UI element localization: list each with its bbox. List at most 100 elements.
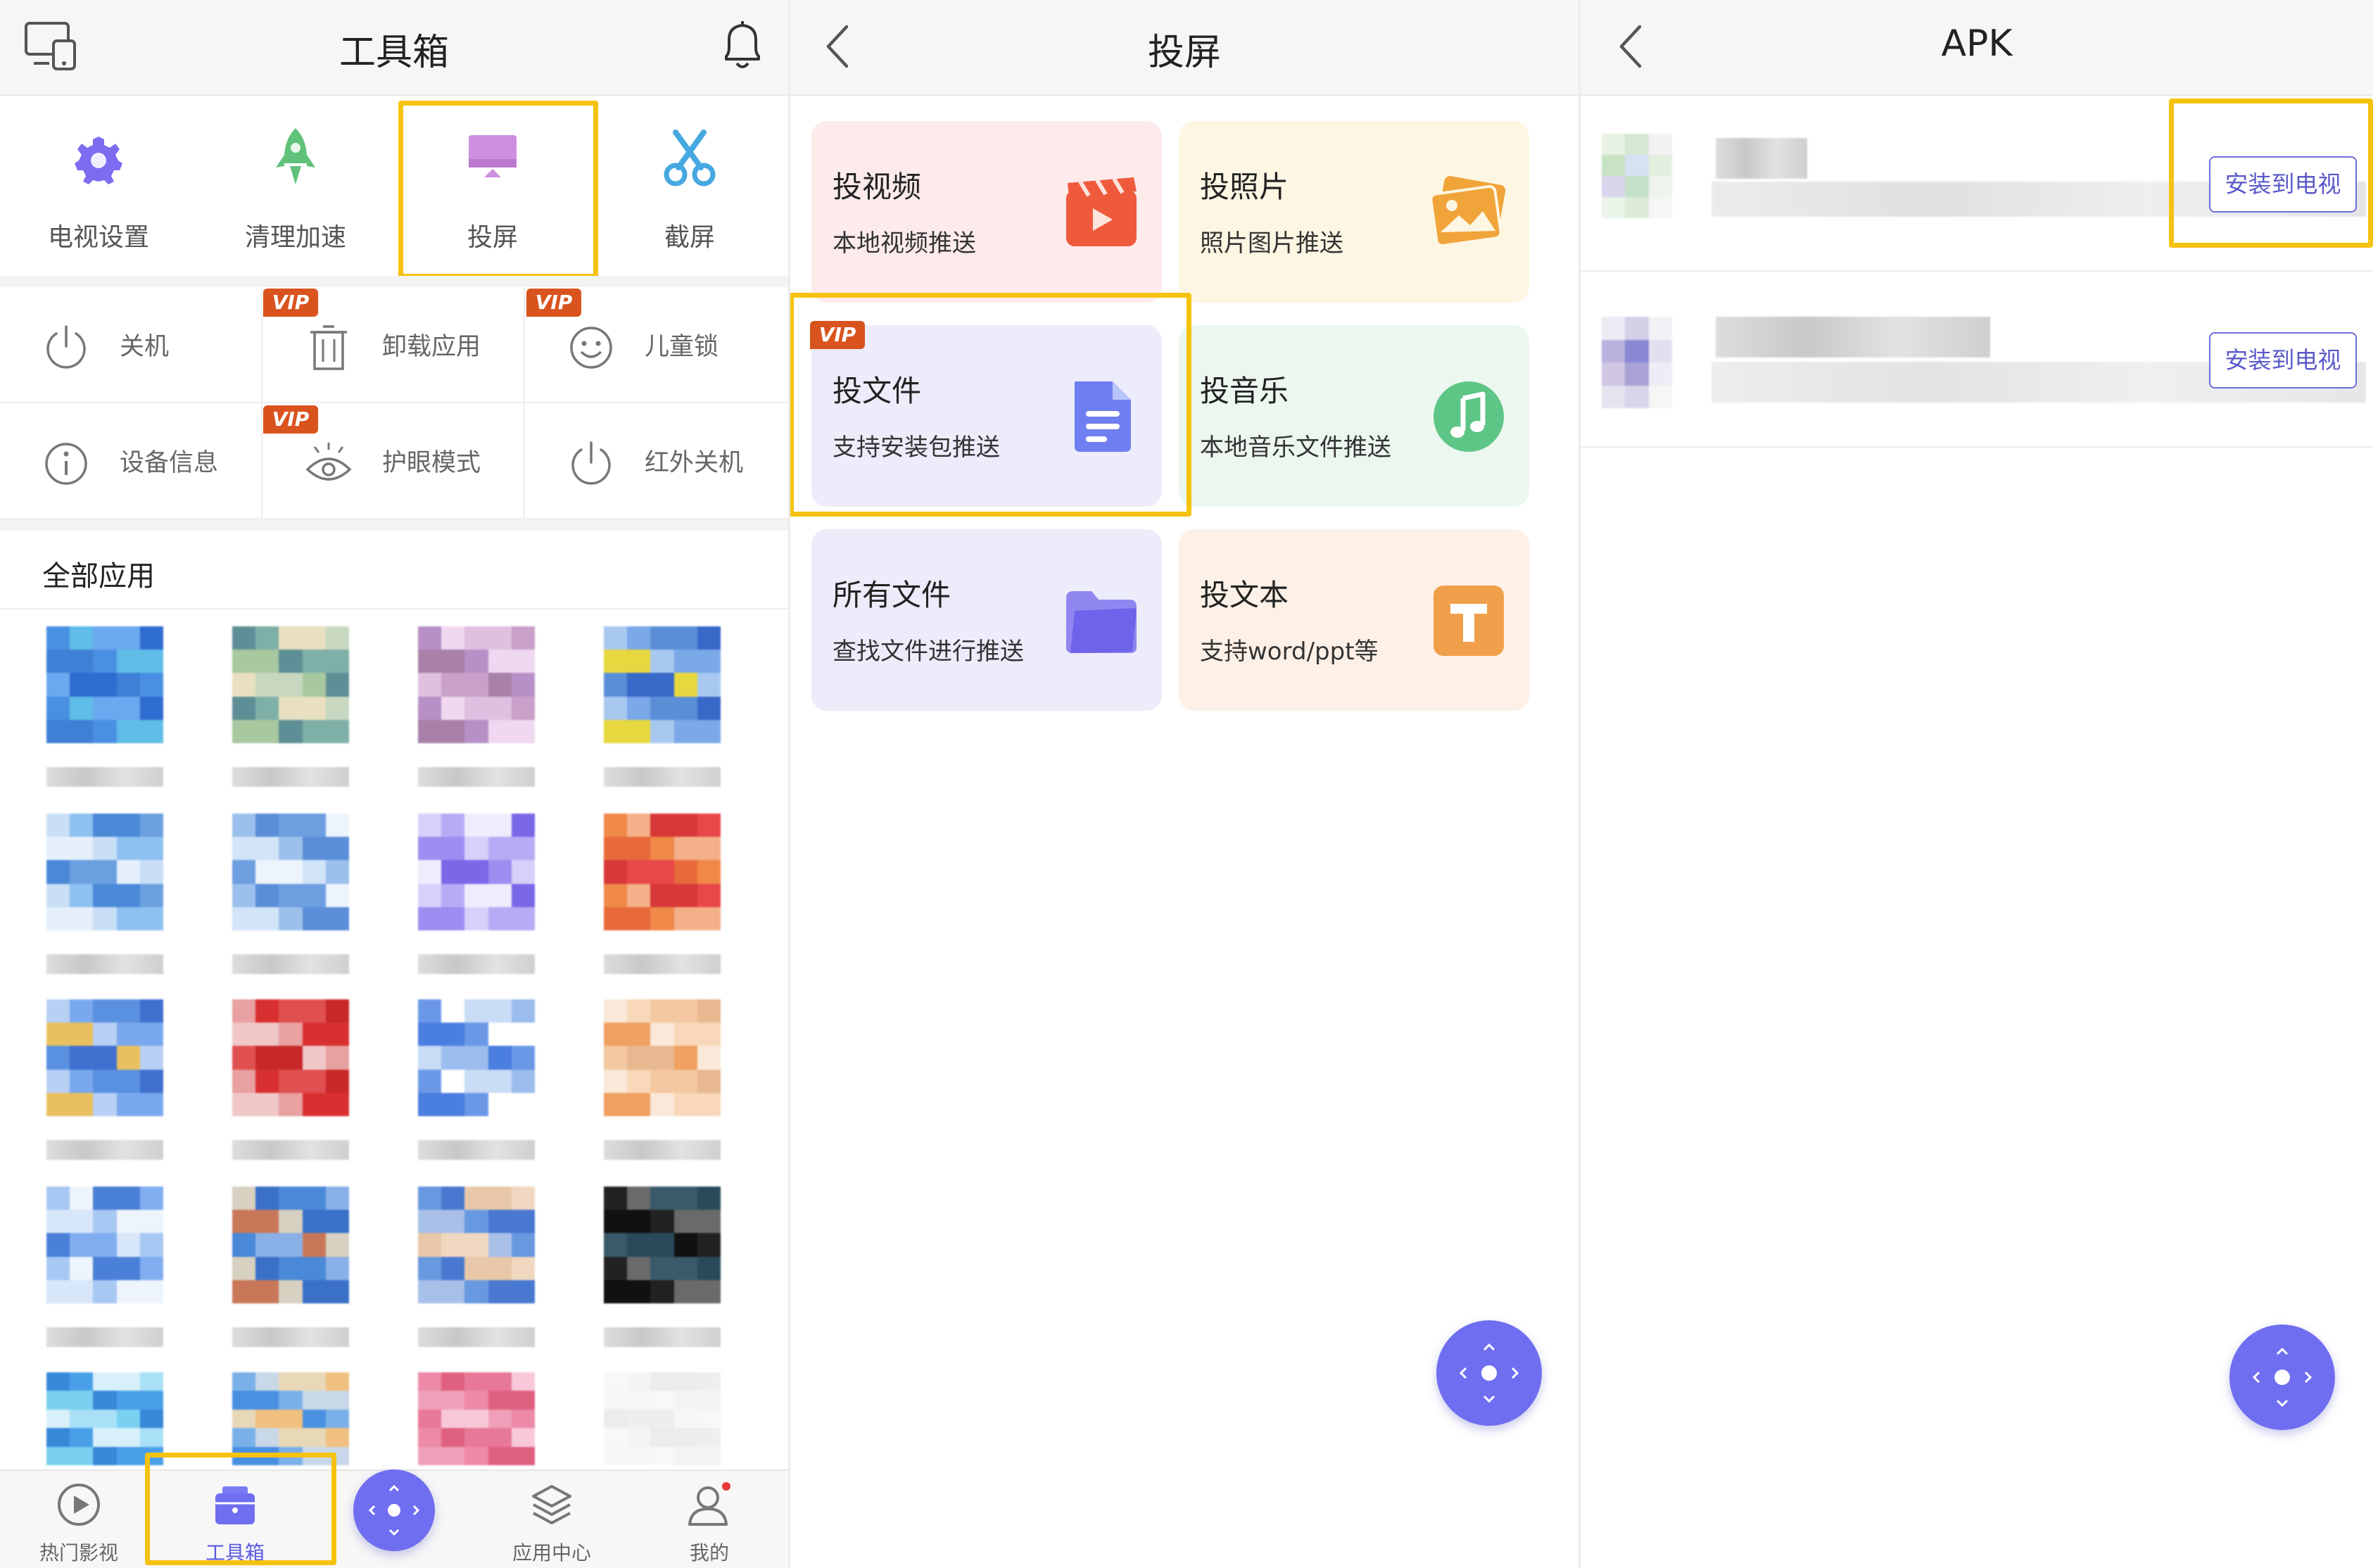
app-icon-blurred[interactable] (46, 999, 163, 1116)
rocket-icon (267, 127, 324, 190)
app-name-blurred (232, 1327, 349, 1347)
bottom-tab-bar: 热门影视 工具箱 应用中心 我的 (0, 1469, 788, 1568)
app-name-blurred (604, 767, 721, 787)
app-name-blurred (232, 954, 349, 974)
tab-label: 热门影视 (39, 1541, 118, 1564)
eye-icon (303, 438, 354, 489)
app-icon-blurred[interactable] (46, 1187, 163, 1303)
tab-hot-videos[interactable]: 热门影视 (8, 1471, 149, 1568)
text-t-icon (1431, 583, 1507, 659)
video-clapper-icon (1063, 175, 1139, 251)
layers-icon (529, 1482, 574, 1527)
app-icon (1602, 134, 1672, 218)
tool-label: 截屏 (664, 223, 715, 252)
vip-badge: VIP (810, 321, 865, 349)
grid-item-device-info[interactable]: 设备信息 (0, 403, 262, 519)
cast-card-subtitle: 支持安装包推送 (833, 434, 1000, 462)
toolbox-header: 工具箱 (0, 0, 788, 96)
grid-item-ir-power-off[interactable]: 红外关机 (525, 403, 788, 519)
remote-control-button[interactable] (2229, 1324, 2335, 1430)
app-icon-blurred[interactable] (232, 1372, 349, 1465)
all-apps-heading: 全部应用 (42, 560, 155, 593)
app-name-blurred (418, 1140, 535, 1160)
app-icon-blurred[interactable] (232, 999, 349, 1116)
page-title: 投屏 (1147, 32, 1221, 74)
tab-label: 应用中心 (512, 1541, 591, 1564)
cast-card[interactable]: 投文件支持安装包推送 (811, 325, 1162, 507)
cast-card-title: 投照片 (1200, 170, 1289, 204)
install-to-tv-button[interactable]: 安装到电视 (2209, 156, 2357, 213)
cast-card[interactable]: 投音乐本地音乐文件推送 (1179, 325, 1529, 507)
grid-item-label: 儿童锁 (645, 333, 719, 361)
cast-card[interactable]: 投视频 本地视频推送 (811, 121, 1162, 303)
tool-tv-settings[interactable]: 电视设置 (0, 99, 197, 274)
app-name-blurred (418, 954, 535, 974)
app-icon-blurred[interactable] (604, 999, 721, 1116)
tab-app-center[interactable]: 应用中心 (481, 1471, 622, 1568)
app-icon-blurred[interactable] (604, 626, 721, 743)
cast-card-subtitle: 本地视频推送 (833, 229, 976, 258)
tab-mine[interactable]: 我的 (639, 1471, 780, 1568)
vip-badge: VIP (263, 405, 318, 434)
page-title: APK (1941, 23, 2013, 65)
grid-item-power-off[interactable]: 关机 (0, 287, 262, 403)
tool-clean-speedup[interactable]: 清理加速 (197, 99, 394, 274)
tool-label: 电视设置 (47, 223, 149, 252)
music-note-icon (1431, 379, 1507, 455)
cast-card-subtitle: 查找文件进行推送 (833, 638, 1024, 666)
cast-card[interactable]: 所有文件 查找文件进行推送 (811, 529, 1162, 711)
app-name-blurred (418, 1327, 535, 1347)
grid-item-label: 关机 (120, 333, 170, 361)
apk-header: APK (1581, 0, 2373, 96)
cast-card[interactable]: 投文本 支持word/ppt等 (1179, 529, 1529, 711)
app-icon-blurred[interactable] (418, 1372, 535, 1465)
tab-remote[interactable] (324, 1469, 464, 1568)
app-icon-blurred[interactable] (418, 999, 535, 1116)
tool-screenshot[interactable]: 截屏 (591, 99, 788, 274)
grid-item-label: 设备信息 (120, 449, 219, 477)
tool-screen-cast[interactable]: 投屏 (394, 99, 591, 274)
install-to-tv-button[interactable]: 安装到电视 (2209, 332, 2357, 388)
tab-toolbox[interactable]: 工具箱 (165, 1471, 305, 1568)
app-icon-blurred[interactable] (604, 1187, 721, 1303)
app-icon-blurred[interactable] (232, 814, 349, 930)
cast-card[interactable]: 投照片 照片图片推送 (1179, 121, 1529, 303)
app-name-blurred (418, 767, 535, 787)
tab-label: 工具箱 (205, 1541, 265, 1564)
app-name-blurred (1716, 317, 1990, 358)
app-icon-blurred[interactable] (418, 814, 535, 930)
remote-control-icon (353, 1469, 435, 1551)
app-icon-blurred[interactable] (604, 1372, 721, 1465)
gear-icon (70, 127, 127, 190)
cast-card-title: 投文件 (833, 374, 922, 408)
app-name-blurred (232, 1140, 349, 1160)
divider (0, 276, 788, 287)
screen-cast-panel: 投屏 投视频 本地视频推送 投照片 照片图片推送 投文件 支持安装包推送 VIP 投音乐 本地音… (790, 0, 1578, 1568)
app-icon-blurred[interactable] (46, 1372, 163, 1465)
app-icon-blurred[interactable] (604, 814, 721, 930)
app-name-blurred (604, 1140, 721, 1160)
vip-badge: VIP (263, 289, 318, 317)
cast-card-subtitle: 本地音乐文件推送 (1200, 434, 1391, 462)
info-icon (41, 438, 91, 489)
app-name-blurred (46, 1327, 163, 1347)
app-icon-blurred[interactable] (418, 626, 535, 743)
toolbox-panel: 工具箱 电视设置 清理加速 投屏 截屏 关机 卸载应用 儿童锁 设备信息 护眼模… (0, 0, 788, 1568)
app-name-blurred (232, 767, 349, 787)
app-icon-blurred[interactable] (232, 626, 349, 743)
photos-icon (1429, 175, 1507, 251)
scissors-icon (662, 127, 718, 190)
smiley-icon (566, 322, 616, 373)
app-icon-blurred[interactable] (232, 1187, 349, 1303)
app-icon-blurred[interactable] (46, 626, 163, 743)
app-name-blurred (604, 954, 721, 974)
app-icon-blurred[interactable] (418, 1187, 535, 1303)
cast-card-title: 投音乐 (1200, 374, 1289, 408)
vip-badge: VIP (526, 289, 581, 317)
remote-control-button[interactable] (1436, 1320, 1542, 1426)
tool-label: 清理加速 (244, 223, 346, 252)
toolbox-icon (213, 1482, 258, 1527)
app-icon-blurred[interactable] (46, 814, 163, 930)
bell-icon[interactable] (719, 20, 766, 72)
grid-item-label: 卸载应用 (382, 333, 481, 361)
